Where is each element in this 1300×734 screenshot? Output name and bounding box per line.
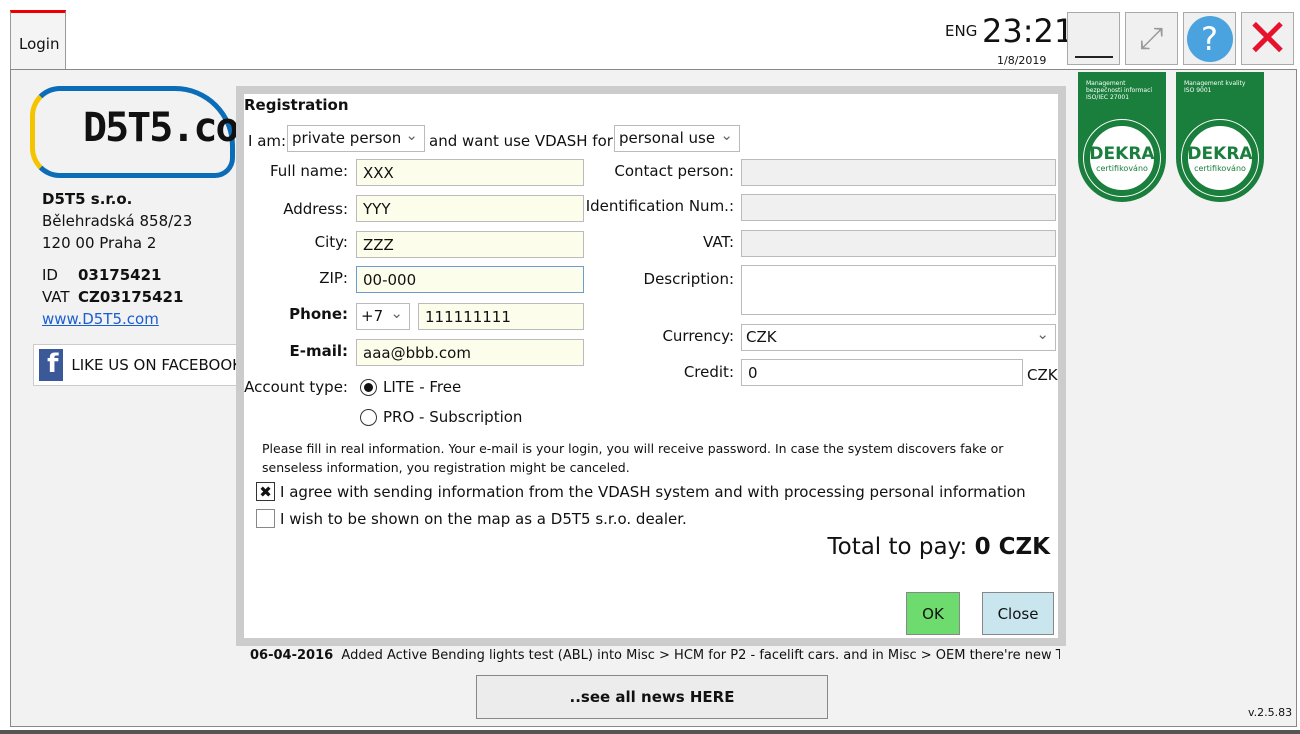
credit-input[interactable]: 0: [741, 359, 1023, 386]
close-app-button[interactable]: ✕: [1241, 9, 1294, 69]
lite-label: LITE - Free: [383, 378, 462, 396]
vat-input[interactable]: [741, 230, 1056, 257]
map-checkbox[interactable]: I wish to be shown on the map as a D5T5 …: [256, 509, 687, 528]
seal-brand: DEKRA: [1089, 143, 1155, 164]
tab-label: Login: [19, 35, 60, 53]
currency-label: Currency:: [662, 327, 734, 345]
total-to-pay: Total to pay: 0 CZK: [827, 534, 1050, 560]
identification-input[interactable]: [741, 194, 1056, 221]
city-label: City:: [314, 233, 348, 251]
radio-pro[interactable]: PRO - Subscription: [360, 408, 522, 426]
currency-select[interactable]: CZK: [741, 324, 1056, 351]
see-all-news-button[interactable]: ..see all news HERE: [476, 675, 828, 719]
contact-person-input[interactable]: [741, 159, 1056, 186]
identification-label: Identification Num.:: [585, 197, 734, 215]
radio-unchecked-icon: [360, 408, 377, 426]
news-date: 06-04-2016: [250, 648, 334, 663]
email-input[interactable]: aaa@bbb.com: [356, 339, 584, 366]
divider: [0, 730, 1300, 734]
pro-label: PRO - Subscription: [383, 408, 523, 426]
full-name-input[interactable]: XXX: [356, 159, 584, 186]
checkbox-unchecked-icon: [256, 509, 275, 528]
radio-lite[interactable]: LITE - Free: [360, 378, 461, 396]
help-icon: ?: [1186, 15, 1233, 62]
phone-input[interactable]: 111111111: [418, 303, 584, 330]
company-vat: CZ03175421: [78, 288, 184, 306]
city-input[interactable]: ZZZ: [356, 231, 584, 258]
seal-brand: DEKRA: [1187, 143, 1253, 164]
version: v.2.5.83: [1248, 706, 1293, 719]
news-text: Added Active Bending lights test (ABL) i…: [341, 648, 1060, 663]
description-input[interactable]: [741, 265, 1056, 315]
dialog-title: Registration: [244, 96, 349, 114]
ok-label: OK: [922, 604, 944, 623]
notice-text: Please fill in real information. Your e-…: [262, 441, 1004, 475]
logo-text: D5T5.com: [83, 105, 262, 151]
date: 1/8/2019: [997, 54, 1047, 67]
phone-label: Phone:: [289, 305, 348, 323]
zip-input[interactable]: 00-000: [356, 266, 584, 293]
company-city: 120 00 Praha 2: [42, 234, 157, 252]
minimize-button[interactable]: [1067, 12, 1120, 65]
use-select[interactable]: personal use: [614, 125, 740, 152]
facebook-label: LIKE US ON FACEBOOK: [71, 356, 242, 374]
i-am-label: I am:: [248, 132, 287, 150]
agree-checkbox[interactable]: ✖ I agree with sending information from t…: [256, 482, 1026, 501]
seal-sub: certifikováno: [1194, 163, 1246, 173]
email-label: E-mail:: [289, 342, 348, 360]
close-icon: ✕: [1245, 8, 1290, 69]
close-label: Close: [997, 604, 1039, 623]
resize-arrows-icon: ⤢: [1139, 21, 1164, 56]
maximize-button[interactable]: ⤢: [1125, 12, 1178, 65]
total-value: 0 CZK: [974, 534, 1050, 560]
phone-prefix-select[interactable]: +7: [356, 303, 410, 330]
seal-text: Management kvality ISO 9001: [1184, 80, 1246, 94]
language-indicator[interactable]: ENG: [945, 22, 977, 40]
clock: 23:21: [982, 12, 1075, 50]
account-type-label: Account type:: [244, 378, 348, 396]
credit-label: Credit:: [683, 363, 734, 381]
tab-login[interactable]: Login: [10, 10, 66, 70]
help-button[interactable]: ?: [1183, 12, 1236, 65]
full-name-label: Full name:: [269, 162, 348, 180]
i-am-select[interactable]: private person: [287, 125, 425, 152]
close-button[interactable]: Close: [982, 592, 1054, 635]
total-label: Total to pay:: [827, 534, 968, 560]
id-label: ID: [42, 266, 58, 284]
company-id: 03175421: [78, 266, 162, 284]
vat-label: VAT: [42, 288, 70, 306]
registration-dialog: Registration I am: private person and wa…: [236, 86, 1066, 646]
checkbox-checked-icon: ✖: [256, 482, 275, 501]
ok-button[interactable]: OK: [906, 592, 960, 635]
address-label: Address:: [283, 200, 348, 218]
vat-label: VAT:: [703, 233, 734, 251]
website-link[interactable]: www.D5T5.com: [42, 310, 159, 328]
agree-label: I agree with sending information from th…: [280, 482, 1026, 501]
dekra-seal-9001: Management kvality ISO 9001 DEKRA certifik…: [1176, 72, 1264, 202]
news-item: 06-04-2016 Added Active Bending lights t…: [250, 648, 1060, 663]
use-label: and want use VDASH for:: [429, 132, 618, 150]
logo: D5T5.com: [30, 86, 262, 178]
seal-sub: certifikováno: [1096, 163, 1148, 173]
minimize-icon: [1074, 55, 1113, 58]
seal-text: Management bezpečnosti informací ISO/IEC…: [1086, 80, 1153, 101]
see-all-label: ..see all news HERE: [569, 688, 735, 706]
company-street: Bělehradská 858/23: [42, 212, 193, 230]
dekra-seal-27001: Management bezpečnosti informací ISO/IEC…: [1078, 72, 1166, 202]
zip-label: ZIP:: [319, 269, 348, 287]
radio-checked-icon: [360, 378, 377, 396]
map-label: I wish to be shown on the map as a D5T5 …: [280, 509, 687, 528]
facebook-icon: f: [39, 349, 64, 381]
facebook-button[interactable]: f LIKE US ON FACEBOOK: [33, 344, 243, 386]
company-name: D5T5 s.r.o.: [42, 190, 133, 208]
contact-person-label: Contact person:: [614, 162, 734, 180]
address-input[interactable]: YYY: [356, 195, 584, 222]
credit-unit: CZK: [1027, 366, 1058, 384]
description-label: Description:: [643, 270, 734, 288]
